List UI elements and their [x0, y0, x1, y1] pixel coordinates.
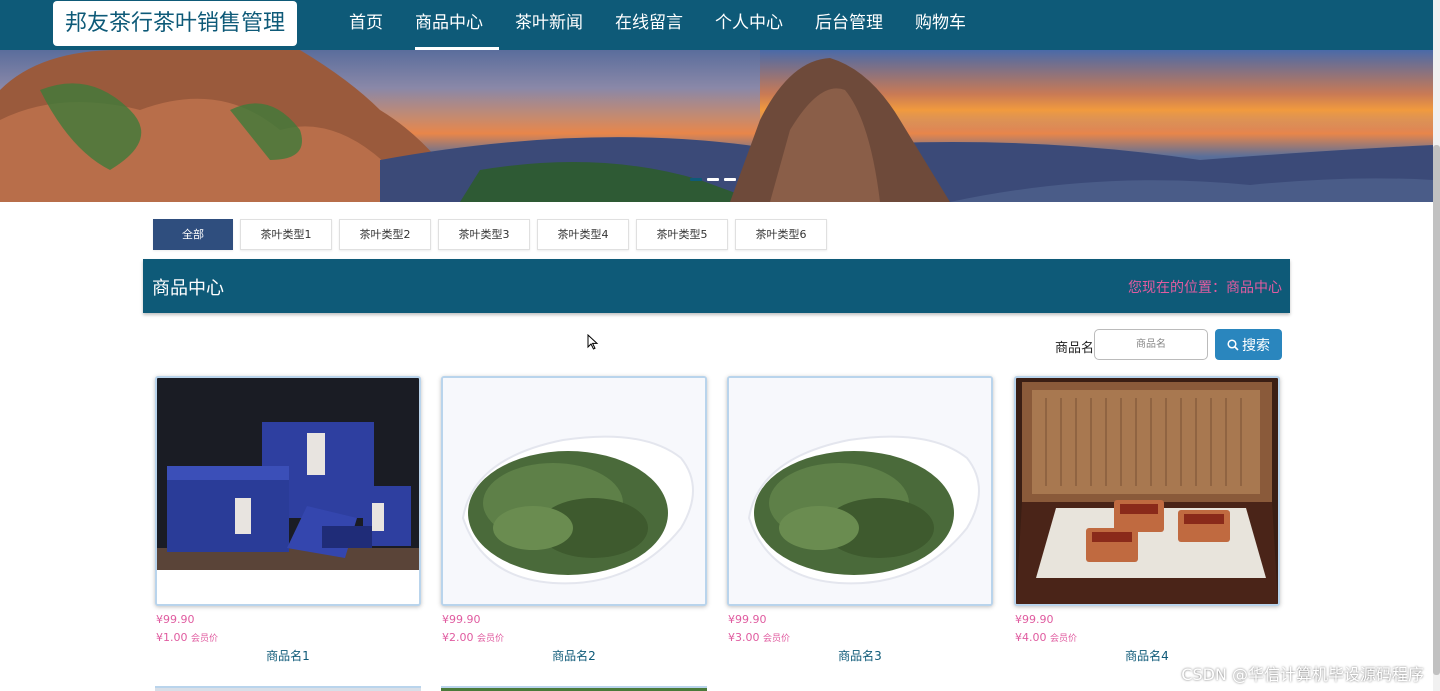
nav-tea-news[interactable]: 茶叶新闻	[499, 0, 599, 50]
main-nav: 首页 商品中心 茶叶新闻 在线留言 个人中心 后台管理 购物车	[333, 0, 982, 50]
product-card-partial[interactable]	[155, 686, 421, 691]
tab-tea-type-6[interactable]: 茶叶类型6	[735, 219, 827, 250]
tab-tea-type-1[interactable]: 茶叶类型1	[240, 219, 332, 250]
nav-products[interactable]: 商品中心	[399, 0, 499, 50]
product-card[interactable]: ¥99.90 ¥2.00 会员价 商品名2	[441, 376, 707, 664]
nav-home[interactable]: 首页	[333, 0, 399, 50]
tab-tea-type-5[interactable]: 茶叶类型5	[636, 219, 728, 250]
tab-tea-type-3[interactable]: 茶叶类型3	[438, 219, 530, 250]
search-button-label: 搜索	[1242, 337, 1270, 354]
product-price: ¥99.90	[728, 613, 767, 626]
product-name[interactable]: 商品名2	[441, 647, 707, 664]
product-price: ¥99.90	[442, 613, 481, 626]
carousel-indicators	[690, 178, 736, 181]
search-input[interactable]	[1094, 329, 1208, 360]
product-image-green-tea-bowl[interactable]	[441, 376, 707, 606]
product-name[interactable]: 商品名1	[155, 647, 421, 664]
category-tabs: 全部 茶叶类型1 茶叶类型2 茶叶类型3 茶叶类型4 茶叶类型5 茶叶类型6	[153, 219, 827, 250]
watermark: CSDN @华信计算机毕设源码程序	[1181, 665, 1424, 684]
nav-personal-center[interactable]: 个人中心	[699, 0, 799, 50]
page-scrollbar[interactable]	[1433, 0, 1440, 691]
tab-tea-type-2[interactable]: 茶叶类型2	[339, 219, 431, 250]
breadcrumb: 您现在的位置：商品中心	[1128, 280, 1282, 296]
product-vip-price: ¥4.00 会员价	[1015, 631, 1078, 644]
mouse-cursor-icon	[587, 334, 599, 350]
search-label: 商品名	[1055, 341, 1095, 356]
top-navbar: 邦友茶行茶叶销售管理 首页 商品中心 茶叶新闻 在线留言 个人中心 后台管理 购…	[0, 0, 1433, 50]
product-price: ¥99.90	[156, 613, 195, 626]
search-button[interactable]: 搜索	[1215, 329, 1282, 360]
tab-all[interactable]: 全部	[153, 219, 233, 250]
product-name[interactable]: 商品名3	[727, 647, 993, 664]
product-vip-price: ¥2.00 会员价	[442, 631, 505, 644]
nav-cart[interactable]: 购物车	[899, 0, 982, 50]
nav-admin[interactable]: 后台管理	[799, 0, 899, 50]
carousel-dot-1[interactable]	[690, 178, 702, 181]
product-image-green-tea-bowl[interactable]	[727, 376, 993, 606]
product-vip-price: ¥1.00 会员价	[156, 631, 219, 644]
carousel-dot-3[interactable]	[724, 178, 736, 181]
product-image-tea-gift-box[interactable]	[155, 376, 421, 606]
section-header: 商品中心 您现在的位置：商品中心	[143, 259, 1290, 313]
product-image-wooden-tea-box[interactable]	[1014, 376, 1280, 606]
nav-message-board[interactable]: 在线留言	[599, 0, 699, 50]
product-card-partial[interactable]	[441, 686, 707, 691]
carousel-dot-2[interactable]	[707, 178, 719, 181]
tab-tea-type-4[interactable]: 茶叶类型4	[537, 219, 629, 250]
product-card[interactable]: ¥99.90 ¥1.00 会员价 商品名1	[155, 376, 421, 664]
product-price: ¥99.90	[1015, 613, 1054, 626]
search-icon	[1227, 338, 1239, 351]
scrollbar-thumb[interactable]	[1433, 145, 1440, 675]
banner-carousel	[0, 50, 1433, 202]
page-title: 商品中心	[152, 278, 224, 299]
product-vip-price: ¥3.00 会员价	[728, 631, 791, 644]
site-logo[interactable]: 邦友茶行茶叶销售管理	[53, 1, 297, 46]
product-card[interactable]: ¥99.90 ¥3.00 会员价 商品名3	[727, 376, 993, 664]
product-card[interactable]: ¥99.90 ¥4.00 会员价 商品名4	[1014, 376, 1280, 664]
page: 邦友茶行茶叶销售管理 首页 商品中心 茶叶新闻 在线留言 个人中心 后台管理 购…	[0, 0, 1440, 691]
